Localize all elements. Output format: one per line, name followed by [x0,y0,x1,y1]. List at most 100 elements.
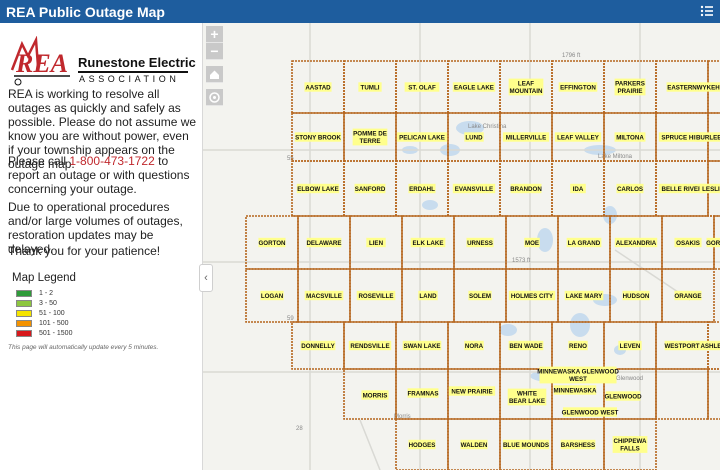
township-label[interactable]: MILLERVILLE [502,132,550,142]
township-label[interactable]: LOGAN [260,290,284,301]
township-label[interactable]: ST. OLAF [404,82,440,92]
township-label[interactable]: LAKE MARY [564,290,604,301]
township-name: TUMLI [361,84,380,91]
township-label[interactable]: MOE [524,237,540,248]
township-label[interactable]: IDA [570,183,586,194]
township-label[interactable]: ALEXANDRIA [614,237,658,248]
township-label[interactable]: POMME DETERRE [352,128,388,146]
township-label[interactable]: ERDAHL [408,183,436,194]
township-label[interactable]: DONNELLY [300,340,336,351]
township-label[interactable]: GORDON [706,237,720,248]
township-label[interactable]: BEN WADE [508,340,544,351]
township-label[interactable]: BRANDON [510,183,542,194]
basemap-label: 1573 ft [512,258,531,264]
township-label[interactable]: WALDEN [460,439,488,450]
township-label[interactable]: MINNEWASKA [554,385,597,395]
township-label[interactable]: URNESS [466,237,494,248]
township-label[interactable]: WYKEHAM [697,82,720,92]
township-label[interactable]: PELICAN LAKE [396,132,448,142]
township-name: WESTPORT [664,343,699,350]
township-label[interactable]: EAGLE LAKE [452,82,496,92]
township-label[interactable]: RENO [568,340,588,351]
township-label[interactable]: NEW PRAIRIE [448,386,496,396]
township-label[interactable]: ORANGE [674,290,702,301]
logo-company-name: Runestone Electric [78,55,196,70]
township-label[interactable]: DELAWARE [306,237,342,248]
township-name: FALLS [620,446,640,453]
township-label[interactable]: SOLEM [468,290,492,301]
township-label[interactable]: HOLMES CITY [508,290,556,301]
township-label[interactable]: EFFINGTON [558,82,598,92]
township-label[interactable]: PARKERSPRAIRIE [614,78,646,96]
township-label[interactable]: CARLOS [616,183,644,194]
township-label[interactable]: BURLEENE [695,132,720,142]
zoom-in-button[interactable]: + [206,26,223,43]
township-label[interactable]: HODGES [408,439,436,450]
phone-number[interactable]: 1-800-473-1722 [69,154,154,168]
township-label[interactable]: GLENWOOD [604,391,642,401]
legend-title: Map Legend [12,272,76,284]
township-label[interactable]: LEAF VALLEY [554,132,602,142]
township-label[interactable]: SWAN LAKE [402,340,442,351]
township-label[interactable]: MILTONA [614,132,646,142]
outage-map[interactable]: 1796 ft 55 59 1573 ft Glenwood Morris 28 Lake C… [203,23,720,470]
township-label[interactable]: LUND [464,132,484,142]
township-label[interactable]: NORA [464,340,484,351]
township-name: LA GRAND [568,240,601,247]
locate-button[interactable] [206,89,223,106]
legend-label: 51 - 100 [39,310,65,317]
township-label[interactable]: EVANSVILLE [452,183,496,194]
township-label[interactable]: BLUE MOUNDS [502,439,550,450]
township-label[interactable]: MORRIS [361,390,389,400]
rea-logo-mark: REA [10,35,70,86]
township-label[interactable]: OSAKIS [674,237,702,248]
township-label[interactable]: SANFORD [354,183,386,194]
zoom-out-button[interactable]: − [206,43,223,60]
app-title: REA Public Outage Map [6,4,165,20]
township-label[interactable]: FRAMNAS [408,388,439,398]
township-name: EAGLE LAKE [454,84,494,91]
township-label[interactable]: ASHLEY [699,340,720,351]
township-name: BEN WADE [509,343,542,350]
township-label[interactable]: RENDSVILLE [348,340,392,351]
township-label[interactable]: EASTERN [666,82,698,92]
township-name: ROSEVILLE [358,293,393,300]
township-name: BURLEENE [696,134,720,141]
list-menu-icon[interactable] [700,4,714,18]
township-label[interactable]: ROSEVILLE [356,290,396,301]
township-label[interactable]: LEAFMOUNTAIN [508,78,544,96]
township-label[interactable]: STONY BROOK [294,132,342,142]
township-name: CARLOS [617,186,643,193]
township-name: GORDON [706,240,720,247]
township-label[interactable]: LIEN [366,237,386,248]
township-name: DELAWARE [306,240,341,247]
collapse-sidebar-button[interactable]: ‹ [199,264,213,292]
township-label[interactable]: HUDSON [622,290,650,301]
township-label[interactable]: TUMLI [358,82,382,92]
township-label[interactable]: GORTON [258,237,286,248]
township-label[interactable]: BELLE RIVER [658,183,706,194]
township-label[interactable]: BARSHESS [560,439,596,450]
township-label[interactable]: ELBOW LAKE [296,183,340,194]
township-label[interactable]: MINNEWASKA GLENWOODWEST [537,366,619,384]
township-label[interactable]: LESLIE [699,183,720,194]
township-label[interactable]: CHIPPEWAFALLS [612,436,648,453]
legend-swatch [16,290,32,297]
township-name: GLENWOOD [604,393,642,400]
township-label[interactable]: MACSVILLE [304,290,344,301]
township-name: LUND [465,134,483,141]
township-name: SANFORD [355,186,386,193]
township-label[interactable]: LAND [418,290,438,301]
logo-association: ASSOCIATION [79,74,180,84]
township-label[interactable]: GLENWOOD WEST [562,407,619,417]
township-label[interactable]: WHITEBEAR LAKE [507,388,547,406]
map-canvas[interactable]: 1796 ft55591573 ftGlenwoodMorris28Lake C… [203,23,720,470]
township-label[interactable]: ELK LAKE [410,237,446,248]
township-name: GLENWOOD WEST [562,409,619,416]
home-button[interactable] [206,66,223,83]
township-label[interactable]: WESTPORT [664,340,700,351]
township-label[interactable]: LA GRAND [566,237,602,248]
legend-item: 501 - 1500 [16,329,72,338]
township-label[interactable]: LEVEN [618,340,642,351]
township-label[interactable]: AASTAD [304,82,332,92]
